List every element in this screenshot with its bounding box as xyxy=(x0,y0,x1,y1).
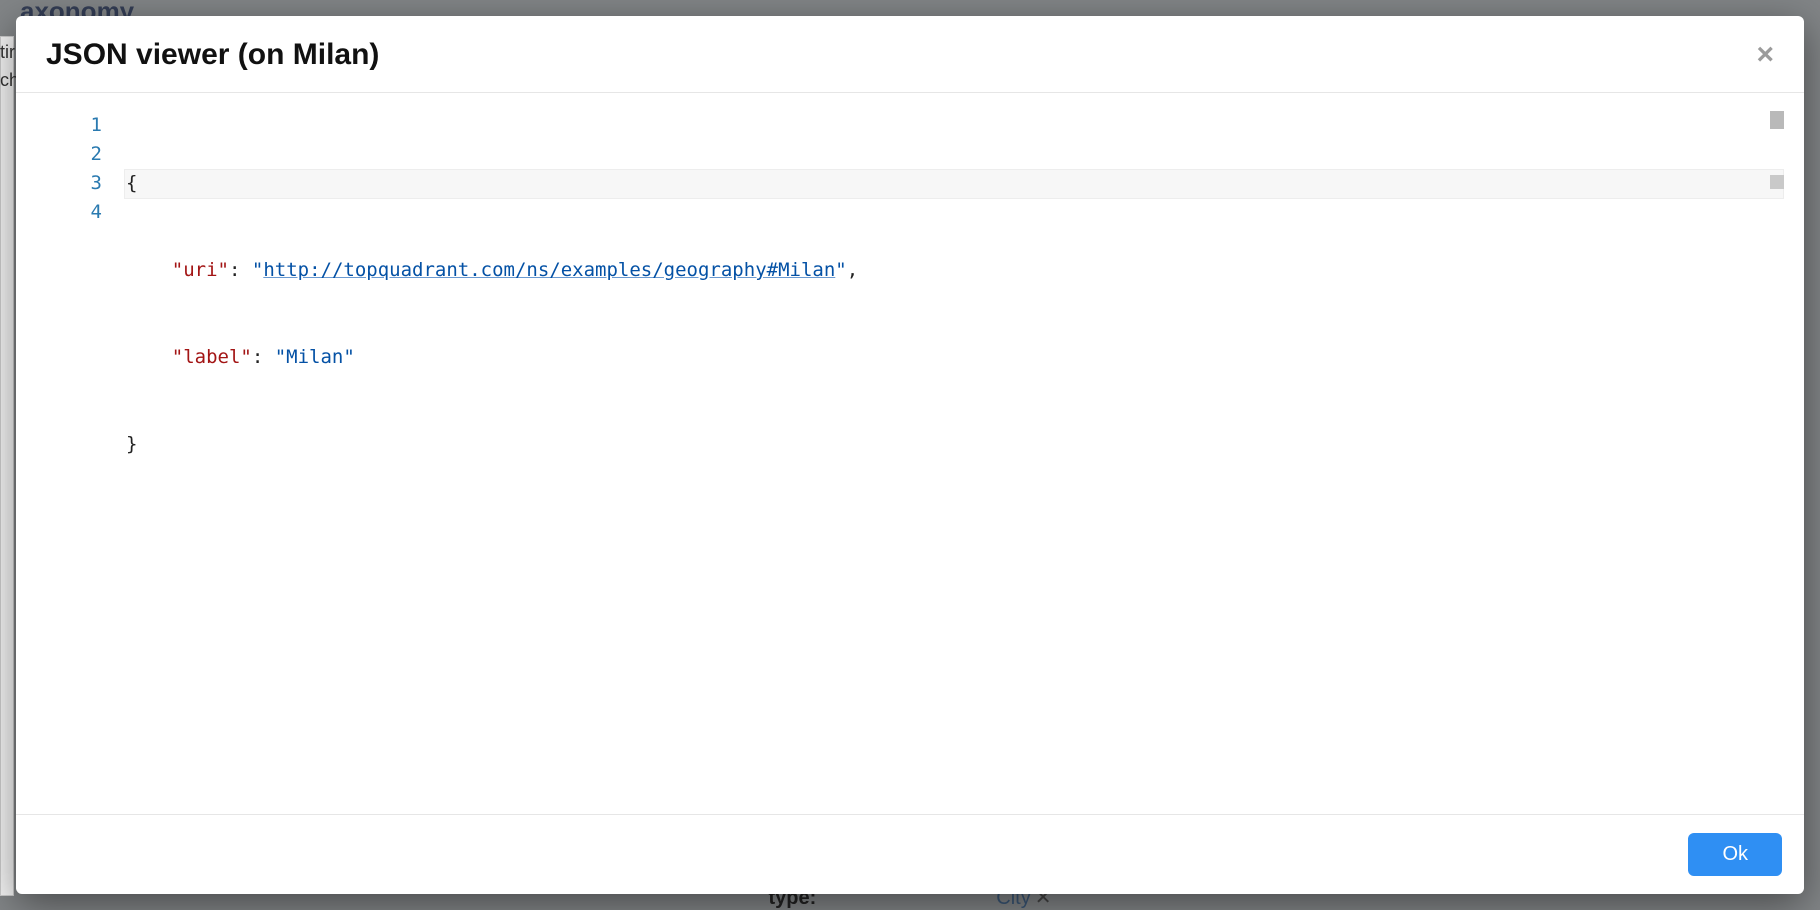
background-text-fragment: tir xyxy=(0,42,15,63)
scrollbar-marker xyxy=(1770,175,1784,189)
line-number: 1 xyxy=(56,111,102,140)
code-editor[interactable]: 1 2 3 4 { "uri": "http://topquadrant.com… xyxy=(56,111,1784,804)
line-number: 2 xyxy=(56,140,102,169)
code-line: } xyxy=(126,430,1784,459)
line-number: 3 xyxy=(56,169,102,198)
close-icon: × xyxy=(1756,38,1774,71)
modal-header: JSON viewer (on Milan) × xyxy=(16,16,1804,93)
code-line: "label": "Milan" xyxy=(126,343,1784,372)
json-key-uri: "uri" xyxy=(172,259,229,281)
json-viewer-modal: JSON viewer (on Milan) × 1 2 3 4 { "uri"… xyxy=(16,16,1804,894)
json-close-brace: } xyxy=(126,433,137,455)
code-line: "uri": "http://topquadrant.com/ns/exampl… xyxy=(126,256,1784,285)
scrollbar-thumb[interactable] xyxy=(1770,111,1784,129)
json-key-label: "label" xyxy=(172,346,252,368)
line-number: 4 xyxy=(56,198,102,227)
json-open-brace: { xyxy=(126,172,137,194)
line-number-gutter: 1 2 3 4 xyxy=(56,111,126,804)
background-bottom-row: type: City✕ xyxy=(0,892,1820,910)
editor-scrollbar[interactable] xyxy=(1770,111,1784,683)
code-content: { "uri": "http://topquadrant.com/ns/exam… xyxy=(126,111,1784,804)
json-value-label: "Milan" xyxy=(275,346,355,368)
json-value-uri: http://topquadrant.com/ns/examples/geogr… xyxy=(263,259,835,281)
code-line: { xyxy=(126,169,1784,198)
modal-body: 1 2 3 4 { "uri": "http://topquadrant.com… xyxy=(16,93,1804,814)
background-panel xyxy=(0,36,14,896)
modal-footer: Ok xyxy=(16,814,1804,894)
close-button[interactable]: × xyxy=(1756,40,1774,70)
modal-title: JSON viewer (on Milan) xyxy=(46,38,379,72)
ok-button[interactable]: Ok xyxy=(1688,833,1782,876)
